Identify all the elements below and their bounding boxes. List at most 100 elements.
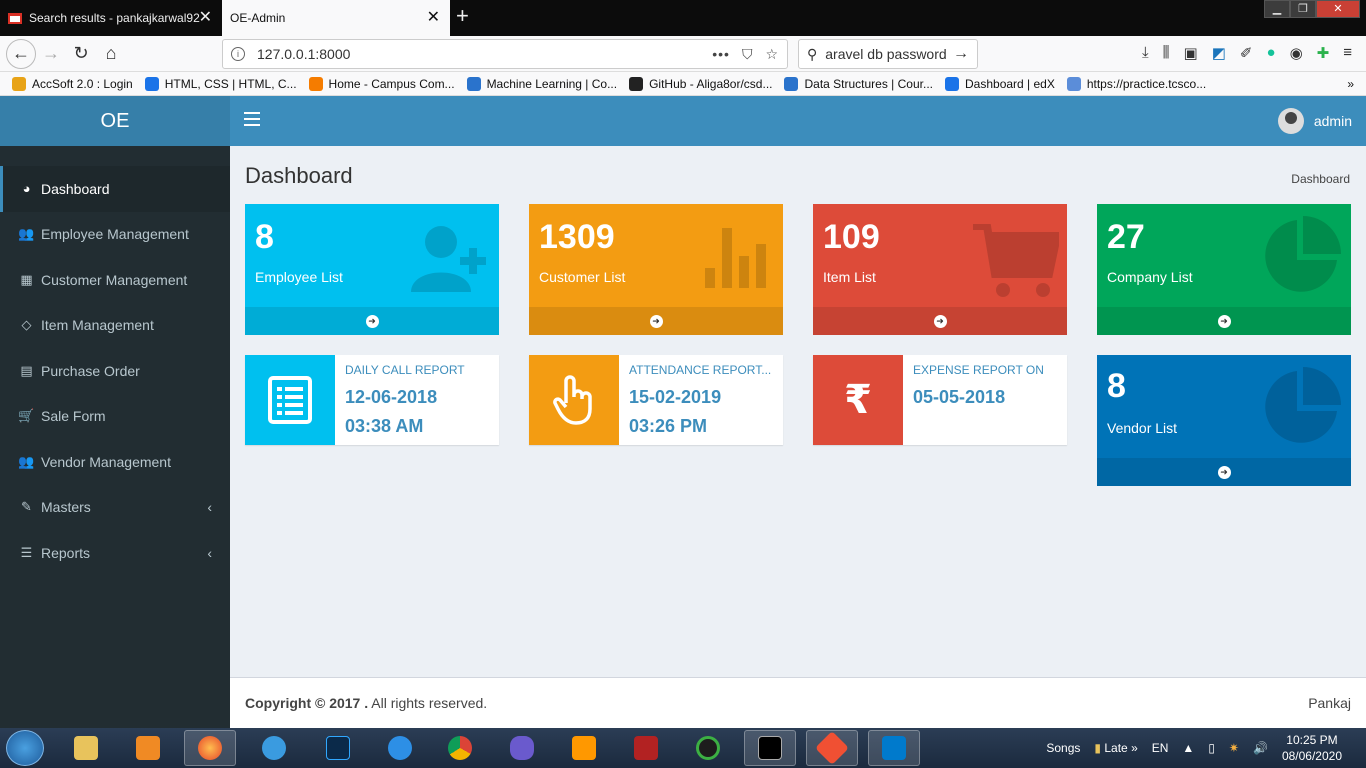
- more-info-link[interactable]: ➜: [1097, 307, 1351, 335]
- more-info-link[interactable]: ➜: [1097, 458, 1351, 486]
- more-info-link[interactable]: ➜: [529, 307, 783, 335]
- attendance-report-box[interactable]: Attendance Report... 15-02-2019 03:26 PM: [529, 355, 783, 445]
- sidebar-item-customer-management[interactable]: ▦ Customer Management: [0, 257, 230, 303]
- grammarly-icon[interactable]: ●: [1267, 44, 1276, 62]
- infinity-app-icon[interactable]: [496, 730, 548, 766]
- bookmark-item[interactable]: GitHub - Aliga8or/csd...: [629, 76, 772, 91]
- bookmark-item[interactable]: https://practice.tcsco...: [1066, 76, 1206, 91]
- bookmark-favicon-icon: [144, 76, 159, 91]
- search-bar[interactable]: ⚲ aravel db password →: [798, 39, 978, 69]
- sidebar-item-employee-management[interactable]: 👥 Employee Management: [0, 212, 230, 258]
- battery-icon[interactable]: ▯: [1208, 741, 1215, 755]
- close-window-icon[interactable]: ✕: [1316, 0, 1360, 18]
- tray-songs[interactable]: Songs: [1046, 741, 1080, 755]
- users-icon: 👥: [18, 453, 35, 469]
- box-value: 1309: [539, 218, 615, 256]
- action-center-icon[interactable]: ✷: [1229, 741, 1239, 755]
- add-extension-icon[interactable]: ✚: [1317, 44, 1330, 62]
- info-box-text: Expense Report On: [913, 363, 1044, 377]
- account-icon[interactable]: ◉: [1290, 44, 1303, 62]
- maximize-icon[interactable]: ❐: [1290, 0, 1316, 18]
- bookmark-favicon-icon: [629, 76, 644, 91]
- close-tab-icon[interactable]: ✕: [427, 10, 440, 26]
- sidebar-item-label: Reports: [41, 544, 91, 561]
- tray-folder-late[interactable]: ▮ Late »: [1094, 741, 1137, 755]
- user-menu[interactable]: admin: [1277, 108, 1352, 134]
- show-hidden-icons-icon[interactable]: ▲: [1182, 741, 1194, 755]
- browser-tab-oe-admin[interactable]: OE-Admin ✕: [222, 0, 450, 36]
- back-icon[interactable]: ←: [6, 38, 36, 69]
- sidebar-icon[interactable]: ▣: [1184, 44, 1198, 62]
- search-go-icon[interactable]: →: [953, 45, 969, 63]
- bookmark-item[interactable]: HTML, CSS | HTML, C...: [144, 76, 297, 91]
- sidebar-item-sale-form[interactable]: 🛒 Sale Form: [0, 394, 230, 440]
- url-bar[interactable]: i 127.0.0.1:8000 ••• ⛉ ☆: [222, 39, 788, 69]
- breadcrumb[interactable]: Dashboard: [1291, 172, 1350, 186]
- arrow-circle-right-icon: ➜: [649, 314, 663, 328]
- sidebar-item-dashboard[interactable]: ◕ Dashboard: [0, 166, 230, 212]
- reload-icon[interactable]: ↻: [66, 39, 96, 69]
- sidebar-item-purchase-order[interactable]: ▤ Purchase Order: [0, 348, 230, 394]
- sidebar-item-masters[interactable]: ✎ Masters ‹: [0, 485, 230, 531]
- download-icon[interactable]: ⤓: [1142, 44, 1149, 62]
- bookmark-item[interactable]: Home - Campus Com...: [308, 76, 455, 91]
- start-button-icon[interactable]: [6, 730, 44, 766]
- git-icon[interactable]: [806, 730, 858, 766]
- bookmark-item[interactable]: Machine Learning | Co...: [466, 76, 617, 91]
- forward-icon[interactable]: →: [36, 39, 66, 69]
- explorer-icon[interactable]: [60, 730, 112, 766]
- sublime-text-icon[interactable]: [558, 730, 610, 766]
- sidebar-item-vendor-management[interactable]: 👥 Vendor Management: [0, 439, 230, 485]
- arrow-circle-right-icon: ➜: [365, 314, 379, 328]
- eyedropper-icon[interactable]: ✐: [1240, 44, 1253, 62]
- new-tab-icon[interactable]: +: [456, 4, 469, 28]
- more-info-link[interactable]: ➜: [813, 307, 1067, 335]
- bookmark-item[interactable]: AccSoft 2.0 : Login: [12, 76, 133, 91]
- page-actions-icon[interactable]: •••: [712, 46, 730, 63]
- daily-call-report-box[interactable]: Daily Call Report 12-06-2018 03:38 AM: [245, 355, 499, 445]
- share-app-icon[interactable]: [374, 730, 426, 766]
- bookmark-star-icon[interactable]: ☆: [765, 46, 779, 63]
- list-icon: [245, 355, 335, 445]
- more-info-link[interactable]: ➜: [245, 307, 499, 335]
- ring-app-icon[interactable]: [682, 730, 734, 766]
- browser-tab-search-results[interactable]: Search results - pankajkarwal92 ✕: [0, 0, 222, 36]
- menu-icon[interactable]: ≡: [1343, 44, 1352, 62]
- close-tab-icon[interactable]: ✕: [199, 10, 212, 26]
- bookmarks-overflow-icon[interactable]: »: [1347, 77, 1354, 91]
- expense-report-box[interactable]: ₹ Expense Report On 05-05-2018: [813, 355, 1067, 445]
- extension-icon[interactable]: ◩: [1212, 44, 1226, 62]
- app-logo[interactable]: OE: [0, 96, 230, 146]
- library-icon[interactable]: ⫼: [1163, 44, 1170, 62]
- info-box-time: 03:26 PM: [629, 416, 708, 436]
- command-prompt-icon[interactable]: [744, 730, 796, 766]
- hamburger-icon[interactable]: [244, 112, 260, 126]
- box-value: 27: [1107, 218, 1145, 256]
- shopping-cart-icon: [973, 224, 1059, 297]
- media-player-icon[interactable]: [122, 730, 174, 766]
- info-box-date: 15-02-2019: [629, 387, 722, 407]
- pocket-icon[interactable]: ⛉: [742, 46, 754, 63]
- sidebar-item-reports[interactable]: ☰ Reports ‹: [0, 530, 230, 576]
- photoshop-icon[interactable]: [312, 730, 364, 766]
- site-info-icon[interactable]: i: [231, 47, 245, 61]
- bookmark-label: Home - Campus Com...: [328, 76, 455, 91]
- sidebar-item-item-management[interactable]: ◇ Item Management: [0, 303, 230, 349]
- chrome-icon[interactable]: [434, 730, 486, 766]
- system-clock[interactable]: 10:25 PM 08/06/2020: [1282, 732, 1342, 764]
- box-label: Employee List: [255, 269, 343, 285]
- language-indicator[interactable]: EN: [1152, 741, 1169, 755]
- page-title: Dashboard: [245, 163, 353, 188]
- minimize-icon[interactable]: ▁: [1264, 0, 1290, 18]
- home-icon[interactable]: ⌂: [96, 39, 126, 69]
- internet-explorer-icon[interactable]: [248, 730, 300, 766]
- bookmark-item[interactable]: Data Structures | Cour...: [784, 76, 933, 91]
- search-input[interactable]: aravel db password: [825, 46, 946, 62]
- bookmark-item[interactable]: Dashboard | edX: [945, 76, 1055, 91]
- firefox-icon[interactable]: [184, 730, 236, 766]
- box-label: Item List: [823, 269, 876, 285]
- volume-icon[interactable]: 🔊: [1253, 741, 1268, 755]
- vscode-icon[interactable]: [868, 730, 920, 766]
- url-text[interactable]: 127.0.0.1:8000: [257, 46, 350, 62]
- game-app-icon[interactable]: [620, 730, 672, 766]
